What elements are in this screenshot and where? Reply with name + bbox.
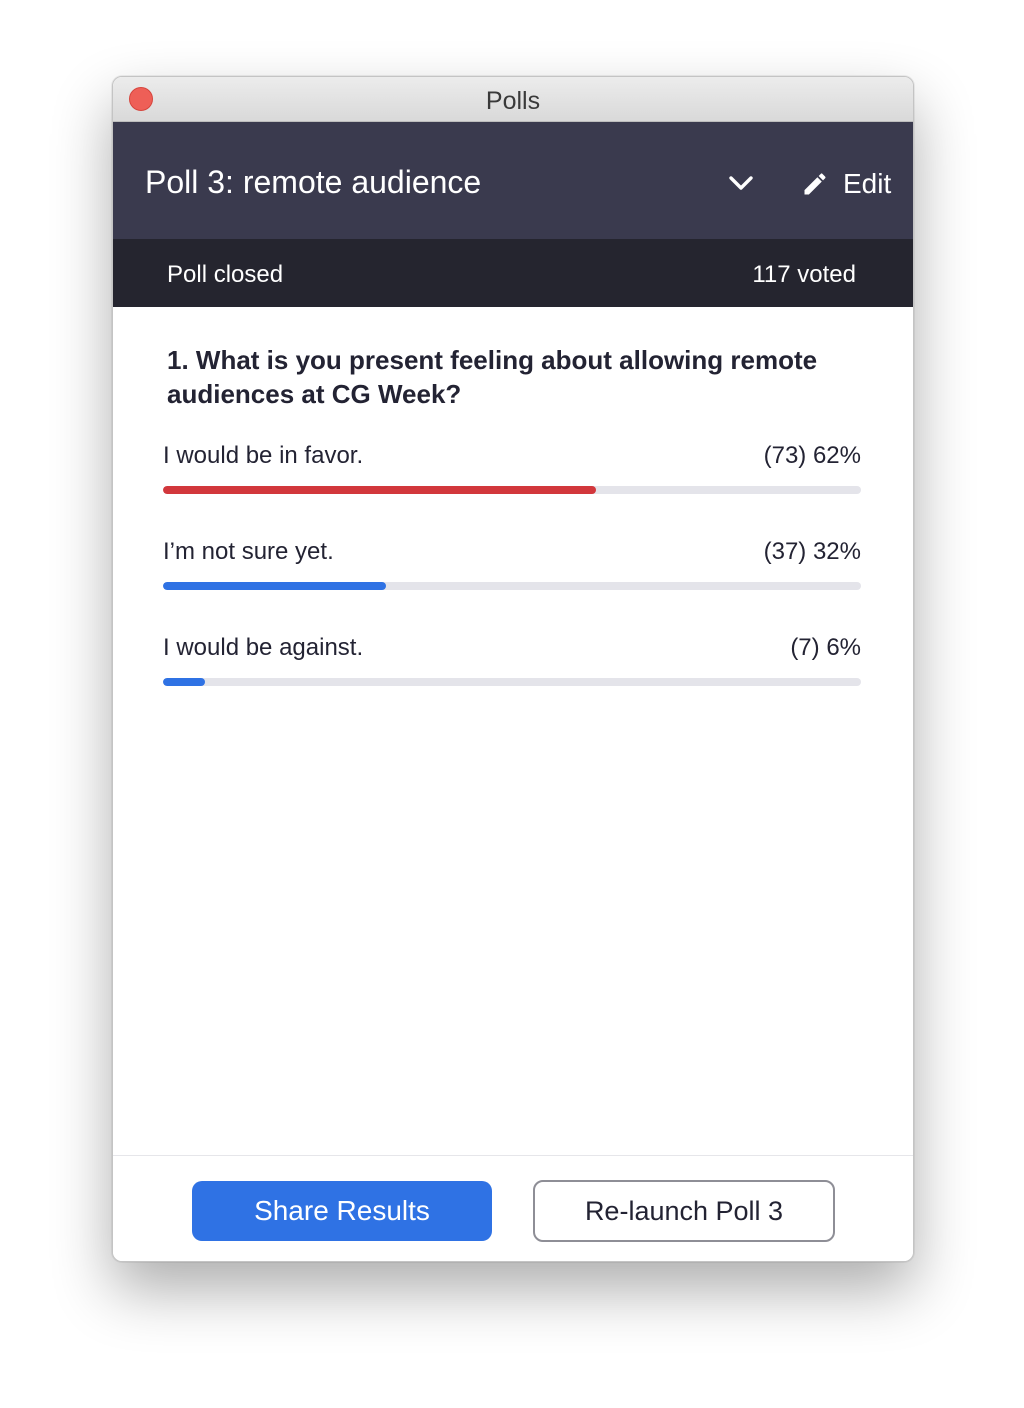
poll-status: Poll closed: [167, 261, 284, 288]
window-title: Polls: [485, 87, 541, 115]
result-bar-track: [163, 678, 861, 686]
poll-title: Poll 3: remote audience: [145, 164, 482, 200]
result-bar-fill: [163, 582, 387, 590]
option-result: (37) 32%: [763, 538, 861, 565]
result-bar-fill: [163, 678, 205, 686]
pencil-icon: [804, 173, 826, 195]
footer-actions: Share Results Re-launch Poll 3: [113, 1155, 913, 1261]
vote-count: 117 voted: [752, 261, 856, 288]
edit-button[interactable]: Edit: [801, 166, 891, 202]
result-bar-fill: [163, 486, 596, 494]
poll-header: Poll 3: remote audience Edit: [113, 122, 913, 239]
polls-window: Polls Poll 3: remote audience Edit Poll …: [112, 76, 914, 1262]
result-bar-track: [163, 582, 861, 590]
question-text: 1. What is you present feeling about all…: [167, 345, 818, 409]
title-bar[interactable]: Polls: [113, 77, 913, 122]
result-bar-track: [163, 486, 861, 494]
relaunch-poll-button[interactable]: Re-launch Poll 3: [533, 1180, 835, 1242]
option-result: (7) 6%: [790, 634, 861, 661]
chevron-down-icon[interactable]: [726, 168, 756, 198]
option-result: (73) 62%: [763, 442, 861, 469]
edit-label: Edit: [843, 168, 892, 199]
option-label: I’m not sure yet.: [163, 538, 334, 565]
option-label: I would be against.: [163, 634, 364, 661]
option-label: I would be in favor.: [163, 442, 364, 469]
poll-status-bar: Poll closed 117 voted: [113, 239, 913, 307]
share-results-button[interactable]: Share Results: [192, 1181, 492, 1241]
